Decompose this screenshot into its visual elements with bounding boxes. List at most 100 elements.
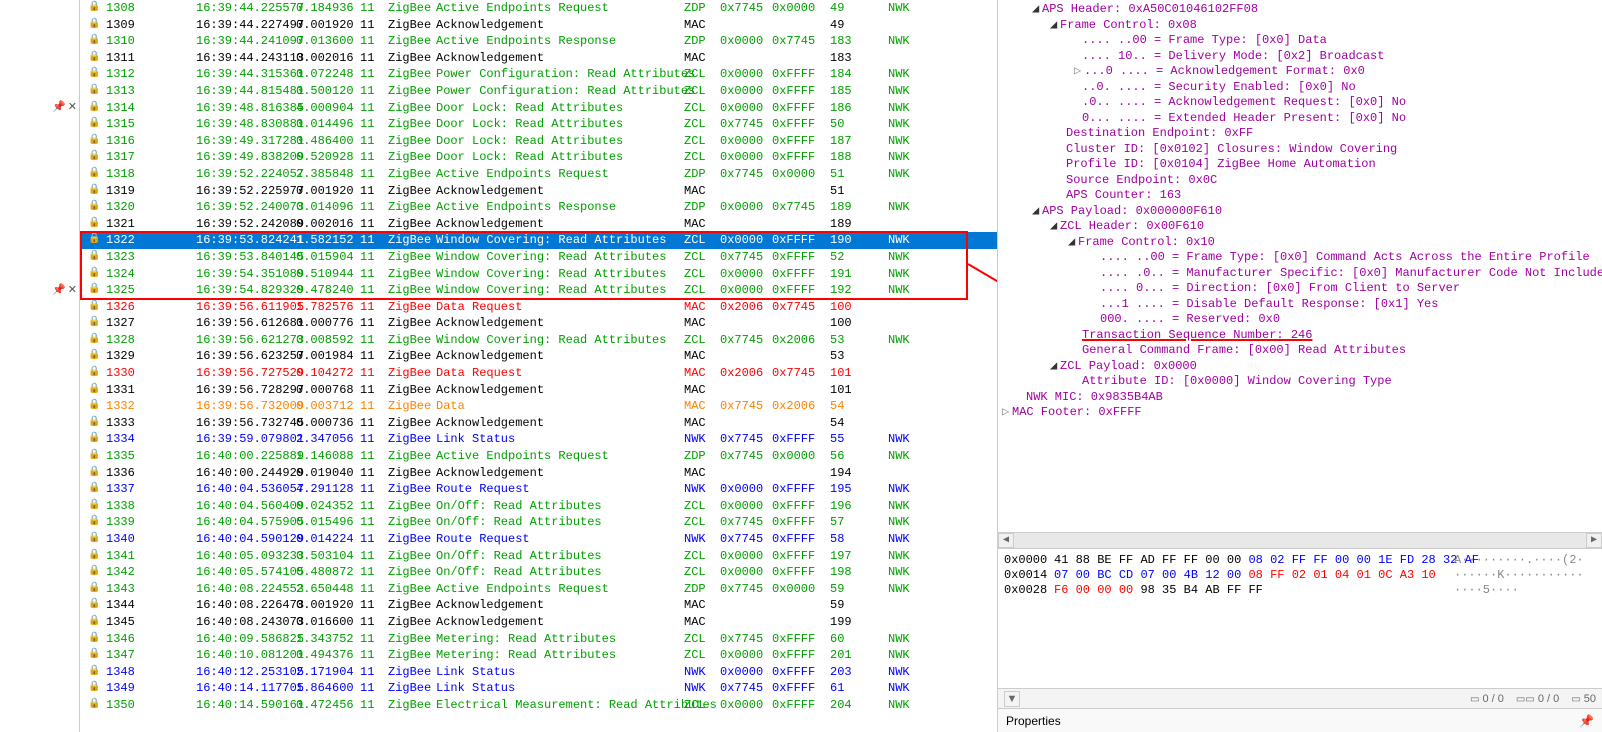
close-icon[interactable]: ✕ [68,100,77,113]
tree-item[interactable]: .... 10.. = Delivery Mode: [0x2] Broadca… [1082,49,1384,63]
packet-row[interactable]: 🔒131316:39:44.8154810.50012011ZigBeePowe… [80,83,997,100]
packet-tree[interactable]: ◢APS Header: 0xA50C01046102FF08 ◢Frame C… [998,0,1602,532]
packet-row[interactable]: 🔒132416:39:54.3510890.51094411ZigBeeWind… [80,266,997,283]
packet-row[interactable]: 🔒130916:39:44.2274970.00192011ZigBeeAckn… [80,17,997,34]
pin-icon[interactable]: 📌 [52,100,66,113]
packet-row[interactable]: 🔒132516:39:54.8293290.47824011ZigBeeWind… [80,282,997,299]
packet-row[interactable]: 🔒132216:39:53.8242411.58215211ZigBeeWind… [80,232,997,249]
tree-item[interactable]: Destination Endpoint: 0xFF [1066,126,1253,140]
hex-row[interactable]: 0x001407 00 BC CD 07 00 4B 12 00 08 FF 0… [1004,568,1596,583]
packet-row[interactable]: 🔒134916:40:14.1177051.86460011ZigBeeLink… [80,680,997,697]
packet-row[interactable]: 🔒132316:39:53.8401450.01590411ZigBeeWind… [80,249,997,266]
packet-row[interactable]: 🔒131916:39:52.2259770.00192011ZigBeeAckn… [80,183,997,200]
tree-item[interactable]: 000. .... = Reserved: 0x0 [1100,312,1280,326]
packet-row[interactable]: 🔒133516:40:00.2258891.14608811ZigBeeActi… [80,448,997,465]
packet-row[interactable]: 🔒133816:40:04.5604090.02435211ZigBeeOn/O… [80,498,997,515]
lock-icon: 🔒 [88,133,106,150]
packet-row[interactable]: 🔒131516:39:48.8308810.01449611ZigBeeDoor… [80,116,997,133]
packet-row[interactable]: 🔒132816:39:56.6212730.00859211ZigBeeWind… [80,332,997,349]
col-src [720,17,772,34]
hex-row[interactable]: 0x000041 88 BE FF AD FF FF 00 00 08 02 F… [1004,553,1596,568]
pin-icon[interactable]: 📌 [1579,714,1594,728]
tree-item[interactable]: Cluster ID: [0x0102] Closures: Window Co… [1066,142,1397,156]
packet-row[interactable]: 🔒132716:39:56.6126810.00077611ZigBeeAckn… [80,315,997,332]
packet-row[interactable]: 🔒131716:39:49.8382090.52092811ZigBeeDoor… [80,149,997,166]
zcl-payload[interactable]: ZCL Payload: 0x0000 [1060,359,1197,373]
tree-item[interactable]: .... ..00 = Frame Type: [0x0] Command Ac… [1100,250,1590,264]
hex-dump-pane[interactable]: 0x000041 88 BE FF AD FF FF 00 00 08 02 F… [998,548,1602,688]
packet-row[interactable]: 🔒134316:40:08.2245532.65044811ZigBeeActi… [80,581,997,598]
packet-row[interactable]: 🔒133416:39:59.0798012.34705611ZigBeeLink… [80,431,997,448]
tree-item[interactable]: 0... .... = Extended Header Present: [0x… [1082,111,1406,125]
col-protocol: ZigBee [388,664,436,681]
packet-row[interactable]: 🔒133616:40:00.2449290.01904011ZigBeeAckn… [80,465,997,482]
hex-bytes: 41 88 BE FF AD FF FF 00 00 08 02 FF FF 0… [1054,553,1454,568]
col-nwk [888,348,928,365]
scroll-left-icon[interactable]: ◀ [998,533,1014,548]
tree-item[interactable]: .... ..00 = Frame Type: [0x0] Data [1082,33,1327,47]
tree-item[interactable]: Source Endpoint: 0x0C [1066,173,1217,187]
col-info: On/Off: Read Attributes [436,514,684,531]
packet-row[interactable]: 🔒134716:40:10.0812010.49437611ZigBeeMete… [80,647,997,664]
packet-row[interactable]: 🔒131016:39:44.2410970.01360011ZigBeeActi… [80,33,997,50]
col-time: 16:39:44.243113 [196,50,296,67]
tree-item[interactable]: General Command Frame: [0x00] Read Attri… [1082,343,1406,357]
tree-item[interactable]: .... 0... = Direction: [0x0] From Client… [1100,281,1460,295]
packet-row[interactable]: 🔒134416:40:08.2264730.00192011ZigBeeAckn… [80,597,997,614]
col-seq: 49 [830,0,888,17]
packet-row[interactable]: 🔒132616:39:56.6119051.78257611ZigBeeData… [80,299,997,316]
scroll-right-icon[interactable]: ▶ [1586,533,1602,548]
packet-row[interactable]: 🔒134016:40:04.5901290.01422411ZigBeeRout… [80,531,997,548]
tree-item[interactable]: .... .0.. = Manufacturer Specific: [0x0]… [1100,266,1602,280]
tree-item[interactable]: ..0. .... = Security Enabled: [0x0] No [1082,80,1356,94]
aps-payload[interactable]: APS Payload: 0x000000F610 [1042,204,1222,218]
dropdown-icon[interactable]: ▼ [1004,691,1020,707]
packet-row[interactable]: 🔒134816:40:12.2531052.17190411ZigBeeLink… [80,664,997,681]
packet-row[interactable]: 🔒133716:40:04.5360574.29112811ZigBeeRout… [80,481,997,498]
packet-row[interactable]: 🔒133316:39:56.7327450.00073611ZigBeeAckn… [80,415,997,432]
packet-list-pane[interactable]: 🔒130816:39:44.2255770.18493611ZigBeeActi… [80,0,998,732]
zcl-header[interactable]: ZCL Header: 0x00F610 [1060,219,1204,233]
packet-row[interactable]: 🔒132116:39:52.2420890.00201611ZigBeeAckn… [80,216,997,233]
packet-row[interactable]: 🔒131416:39:48.8163854.00090411ZigBeeDoor… [80,100,997,117]
scroll-track[interactable] [1014,533,1586,548]
frame-control[interactable]: Frame Control: 0x08 [1060,18,1197,32]
packet-row[interactable]: 🔒134216:40:05.5741050.48087211ZigBeeOn/O… [80,564,997,581]
col-dst: 0x2006 [772,398,830,415]
tree-item[interactable]: ...1 .... = Disable Default Response: [0… [1100,297,1438,311]
aps-header[interactable]: APS Header: 0xA50C01046102FF08 [1042,2,1258,16]
transaction-sequence-number[interactable]: Transaction Sequence Number: 246 [1082,328,1312,342]
tree-item[interactable]: APS Counter: 163 [1066,188,1181,202]
packet-row[interactable]: 🔒132016:39:52.2400730.01409611ZigBeeActi… [80,199,997,216]
packet-row[interactable]: 🔒130816:39:44.2255770.18493611ZigBeeActi… [80,0,997,17]
packet-row[interactable]: 🔒131216:39:44.3153610.07224811ZigBeePowe… [80,66,997,83]
col-channel: 11 [360,631,388,648]
tree-item[interactable]: Attribute ID: [0x0000] Window Covering T… [1082,374,1392,388]
packet-row[interactable]: 🔒133916:40:04.5759050.01549611ZigBeeOn/O… [80,514,997,531]
packet-row[interactable]: 🔒134616:40:09.5868251.34375211ZigBeeMete… [80,631,997,648]
packet-row[interactable]: 🔒135016:40:14.5901610.47245611ZigBeeElec… [80,697,997,714]
packet-row[interactable]: 🔒134116:40:05.0932330.50310411ZigBeeOn/O… [80,548,997,565]
pin-icon[interactable]: 📌 [52,283,66,296]
close-icon[interactable]: ✕ [68,283,77,296]
packet-row[interactable]: 🔒131616:39:49.3172810.48640011ZigBeeDoor… [80,133,997,150]
packet-row[interactable]: 🔒133216:39:56.7320090.00371211ZigBeeData… [80,398,997,415]
packet-row[interactable]: 🔒131816:39:52.2240572.38584811ZigBeeActi… [80,166,997,183]
packet-row[interactable]: 🔒134516:40:08.2430730.01660011ZigBeeAckn… [80,614,997,631]
tree-item[interactable]: .0.. .... = Acknowledgement Request: [0x… [1082,95,1406,109]
hex-row[interactable]: 0x0028F6 00 00 00 98 35 B4 AB FF FF ····… [1004,583,1596,598]
tree-item[interactable]: Profile ID: [0x0104] ZigBee Home Automat… [1066,157,1376,171]
properties-header[interactable]: Properties 📌 [998,708,1602,732]
packet-row[interactable]: 🔒133016:39:56.7275290.10427211ZigBeeData… [80,365,997,382]
nwk-mic[interactable]: NWK MIC: 0x9835B4AB [1026,390,1163,404]
hex-address: 0x0028 [1004,583,1054,598]
mac-footer[interactable]: MAC Footer: 0xFFFF [1012,405,1142,419]
horizontal-scrollbar[interactable]: ◀ ▶ [998,532,1602,548]
packet-row[interactable]: 🔒132916:39:56.6232570.00198411ZigBeeAckn… [80,348,997,365]
tree-item[interactable]: ...0 .... = Acknowledgement Format: 0x0 [1084,64,1365,78]
packet-row[interactable]: 🔒133116:39:56.7282970.00076811ZigBeeAckn… [80,382,997,399]
zcl-frame-control[interactable]: Frame Control: 0x10 [1078,235,1215,249]
packet-row[interactable]: 🔒131116:39:44.2431130.00201611ZigBeeAckn… [80,50,997,67]
col-dst: 0xFFFF [772,531,830,548]
col-nwk [888,365,928,382]
